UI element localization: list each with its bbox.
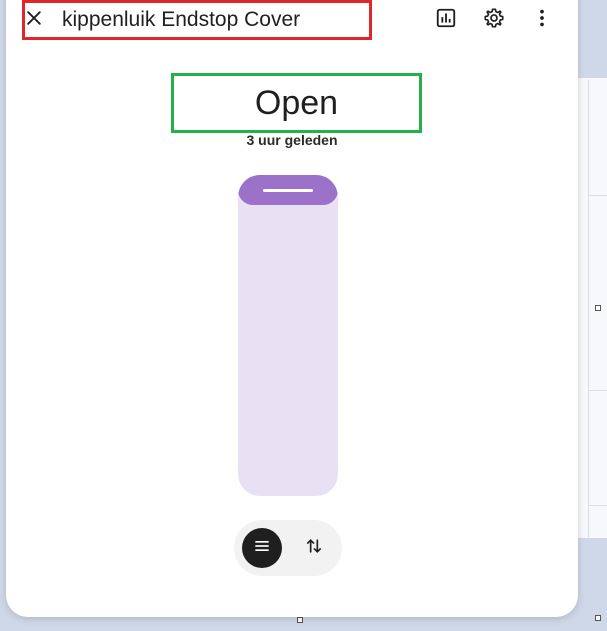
slider-grip[interactable]	[263, 189, 313, 192]
history-button[interactable]	[432, 6, 460, 34]
background-divider	[588, 390, 607, 391]
more-vert-icon	[531, 7, 553, 34]
resize-handle[interactable]	[595, 305, 601, 311]
swap-vert-icon	[304, 536, 324, 561]
more-options-button[interactable]	[528, 6, 556, 34]
control-mode-switch	[234, 520, 342, 576]
menu-icon	[252, 536, 272, 561]
resize-handle[interactable]	[297, 617, 303, 623]
settings-button[interactable]	[480, 6, 508, 34]
mode-button-slider[interactable]	[242, 528, 282, 568]
background-divider	[588, 505, 607, 506]
dialog-title: kippenluik Endstop Cover	[62, 8, 301, 31]
entity-dialog: kippenluik Endstop Cover Open 3 uur gele…	[6, 0, 578, 617]
chart-icon	[435, 7, 457, 34]
close-button[interactable]	[20, 0, 48, 40]
close-icon	[24, 8, 44, 33]
background-divider	[588, 195, 607, 196]
state-highlight-box: Open	[171, 73, 422, 133]
cover-state: Open	[254, 84, 339, 122]
gear-icon	[483, 7, 505, 34]
mode-button-buttons[interactable]	[294, 528, 334, 568]
background-divider	[588, 80, 589, 540]
resize-handle[interactable]	[595, 615, 601, 621]
cover-position-slider[interactable]	[238, 175, 338, 496]
dialog-header: kippenluik Endstop Cover	[6, 0, 578, 42]
last-changed: 3 uur geleden	[246, 132, 338, 148]
